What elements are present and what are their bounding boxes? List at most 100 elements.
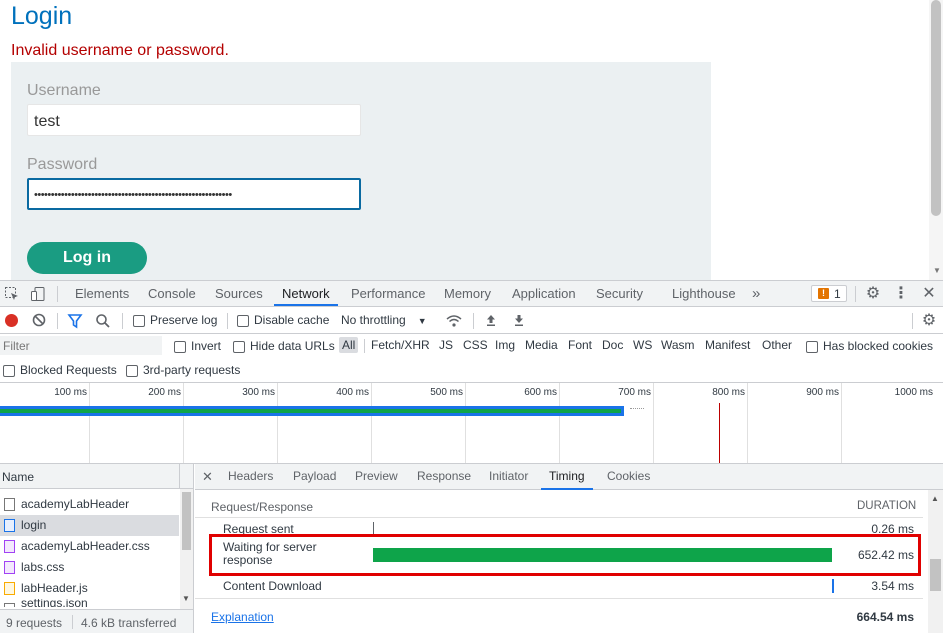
grid-line: [371, 383, 372, 463]
detail-scrollbar-thumb[interactable]: [930, 559, 941, 591]
search-icon[interactable]: [95, 313, 111, 329]
divider: [57, 313, 58, 329]
tab-security[interactable]: Security: [588, 281, 651, 306]
scroll-down-arrow-icon[interactable]: ▼: [182, 594, 190, 603]
tab-initiator[interactable]: Initiator: [481, 464, 536, 489]
clear-icon[interactable]: [31, 313, 47, 329]
grid-line: [653, 383, 654, 463]
tab-console[interactable]: Console: [140, 281, 204, 306]
tab-preview[interactable]: Preview: [347, 464, 406, 489]
password-input[interactable]: ••••••••••••••••••••••••••••••••••••••••…: [27, 178, 361, 210]
tab-network[interactable]: Network: [274, 281, 338, 306]
request-row-academylabheader[interactable]: academyLabHeader: [0, 494, 179, 515]
filter-input[interactable]: Filter: [0, 336, 162, 355]
blocked-requests-checkbox[interactable]: Blocked Requests: [3, 363, 117, 377]
tab-lighthouse[interactable]: Lighthouse: [664, 281, 744, 306]
export-har-icon[interactable]: [511, 313, 527, 329]
type-filter-other[interactable]: Other: [762, 338, 792, 352]
request-count: 9 requests: [6, 616, 63, 630]
request-row-login[interactable]: login: [0, 515, 179, 536]
tab-cookies[interactable]: Cookies: [599, 464, 658, 489]
devtools-tab-bar: Elements Console Sources Network Perform…: [0, 281, 943, 307]
scroll-up-arrow-icon[interactable]: ▲: [931, 494, 939, 503]
web-page: Login Invalid username or password. User…: [0, 0, 943, 280]
type-filter-js[interactable]: JS: [439, 338, 453, 352]
record-icon[interactable]: [5, 314, 18, 327]
request-row-settings-json[interactable]: settings.json: [0, 599, 179, 607]
login-button[interactable]: Log in: [27, 242, 147, 274]
close-devtools-icon[interactable]: ✕: [921, 286, 937, 302]
type-filter-wasm[interactable]: Wasm: [661, 338, 695, 352]
throttling-select[interactable]: No throttling ▼: [341, 313, 427, 327]
blocked-requests-label: Blocked Requests: [20, 363, 117, 377]
tick-label: 700 ms: [618, 387, 651, 398]
tab-headers[interactable]: Headers: [220, 464, 281, 489]
import-har-icon[interactable]: [483, 313, 499, 329]
tab-timing[interactable]: Timing: [541, 464, 593, 490]
network-overview-timeline[interactable]: 100 ms 200 ms 300 ms 400 ms 500 ms 600 m…: [0, 383, 943, 464]
explanation-link[interactable]: Explanation: [211, 610, 274, 624]
network-settings-gear-icon[interactable]: ⚙: [921, 313, 937, 329]
grid-line: [183, 383, 184, 463]
type-filter-css[interactable]: CSS: [463, 338, 488, 352]
inspect-element-icon[interactable]: [4, 286, 20, 302]
request-row-labs-css[interactable]: labs.css: [0, 557, 179, 578]
type-filter-doc[interactable]: Doc: [602, 338, 623, 352]
type-filter-ws[interactable]: WS: [633, 338, 652, 352]
has-blocked-cookies-checkbox[interactable]: Has blocked cookies: [806, 339, 933, 353]
divider: [227, 313, 228, 329]
type-filter-all[interactable]: All: [339, 337, 359, 353]
filter-funnel-icon[interactable]: [67, 313, 83, 329]
request-row-academylabheader-css[interactable]: academyLabHeader.css: [0, 536, 179, 557]
divider: [855, 286, 856, 302]
divider: [179, 464, 180, 489]
timing-duration-content-download: 3.54 ms: [871, 579, 914, 593]
type-filter-font[interactable]: Font: [568, 338, 592, 352]
preserve-log-checkbox[interactable]: Preserve log: [133, 313, 217, 327]
tab-sources[interactable]: Sources: [207, 281, 271, 306]
username-input[interactable]: test: [27, 104, 361, 136]
issues-badge[interactable]: ! 1: [811, 285, 847, 302]
type-filter-media[interactable]: Media: [525, 338, 558, 352]
tick-label: 1000 ms: [894, 387, 933, 398]
tab-response[interactable]: Response: [409, 464, 479, 489]
settings-gear-icon[interactable]: ⚙: [865, 286, 881, 302]
name-column-header[interactable]: Name: [2, 470, 34, 484]
type-filter-fetch-xhr[interactable]: Fetch/XHR: [371, 338, 430, 352]
device-toolbar-icon[interactable]: [30, 286, 46, 302]
tab-memory[interactable]: Memory: [436, 281, 499, 306]
tab-elements[interactable]: Elements: [67, 281, 137, 306]
disable-cache-checkbox[interactable]: Disable cache: [237, 313, 329, 327]
tab-application[interactable]: Application: [504, 281, 584, 306]
tab-payload[interactable]: Payload: [285, 464, 344, 489]
has-blocked-cookies-label: Has blocked cookies: [823, 339, 934, 353]
type-filter-manifest[interactable]: Manifest: [705, 338, 750, 352]
type-filter-img[interactable]: Img: [495, 338, 515, 352]
close-detail-icon[interactable]: ✕: [202, 469, 213, 485]
filter-placeholder: Filter: [3, 339, 30, 353]
grid-line: [559, 383, 560, 463]
request-name: settings.json: [21, 599, 88, 607]
issues-count: 1: [834, 287, 841, 301]
more-tabs-icon[interactable]: »: [744, 281, 768, 306]
scroll-down-arrow-icon[interactable]: ▼: [933, 266, 941, 275]
page-scrollbar-thumb[interactable]: [931, 0, 941, 216]
grid-line: [89, 383, 90, 463]
grid-line: [277, 383, 278, 463]
third-party-requests-checkbox[interactable]: 3rd-party requests: [126, 363, 240, 377]
hide-data-urls-checkbox[interactable]: Hide data URLs: [233, 339, 335, 353]
request-row-labheader-js[interactable]: labHeader.js: [0, 578, 179, 599]
request-list-scrollbar-thumb[interactable]: [182, 492, 191, 550]
tab-performance[interactable]: Performance: [343, 281, 433, 306]
request-name: academyLabHeader.css: [21, 539, 150, 553]
network-conditions-wifi-icon[interactable]: [446, 313, 462, 329]
password-value: ••••••••••••••••••••••••••••••••••••••••…: [34, 189, 232, 201]
kebab-menu-icon[interactable]: ⋮: [893, 286, 909, 302]
overview-waiting-bar: [0, 409, 621, 413]
tick-label: 800 ms: [712, 387, 745, 398]
username-label: Username: [27, 82, 101, 99]
transferred-size: 4.6 kB transferred: [81, 616, 177, 630]
request-list: Name academyLabHeader login academyLabHe…: [0, 464, 194, 633]
invert-checkbox[interactable]: Invert: [174, 339, 221, 353]
page-title: Login: [11, 2, 73, 30]
